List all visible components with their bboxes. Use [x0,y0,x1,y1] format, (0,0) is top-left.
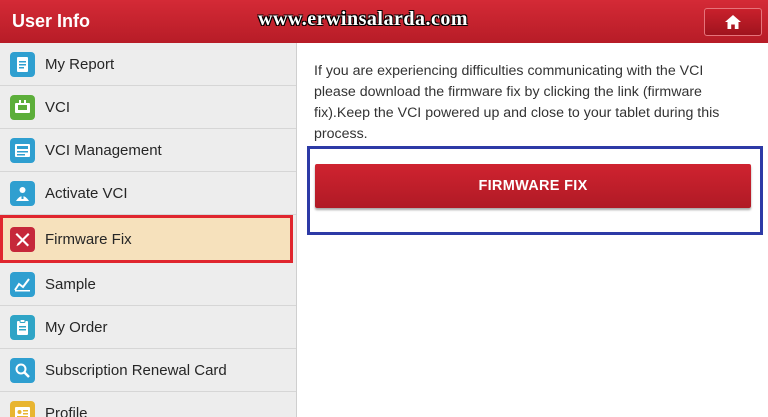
sidebar-item-my-report[interactable]: My Report [0,43,296,86]
sidebar-item-activate-vci[interactable]: Activate VCI [0,172,296,215]
sidebar-item-firmware-fix[interactable]: Firmware Fix [0,215,293,263]
vci-management-icon [10,137,35,163]
sidebar-item-vci[interactable]: VCI [0,86,296,129]
firmware-fix-button[interactable]: FIRMWARE FIX [315,164,751,208]
search-card-icon [10,357,35,383]
sidebar-item-label: VCI [45,98,71,116]
sample-chart-icon [10,271,35,297]
sidebar-item-sample[interactable]: Sample [0,263,296,306]
instructions-text-part2: Keep the VCI powered up and close to you… [314,105,720,142]
profile-icon [10,400,35,417]
sidebar-item-label: Firmware Fix [45,230,132,248]
app-header: User Info www.erwinsalarda.com [0,0,768,43]
page-title: User Info [12,11,91,31]
sidebar: My Report VCI VCI Management Activate VC… [0,43,297,417]
sidebar-item-my-order[interactable]: My Order [0,306,296,349]
sidebar-item-label: My Report [45,55,115,73]
report-icon [10,51,35,77]
sidebar-item-profile[interactable]: Profile [0,392,296,417]
sidebar-item-label: Activate VCI [45,184,128,202]
sidebar-item-label: VCI Management [45,141,162,159]
watermark-text: www.erwinsalarda.com [258,8,468,30]
sidebar-item-label: Subscription Renewal Card [45,361,227,379]
firmware-instructions: If you are experiencing difficulties com… [314,61,744,145]
vci-icon [10,94,35,120]
order-icon [10,314,35,340]
sidebar-item-label: Sample [45,275,96,293]
sidebar-item-label: Profile [45,404,88,417]
sidebar-item-subscription-renewal-card[interactable]: Subscription Renewal Card [0,349,296,392]
main-content: If you are experiencing difficulties com… [297,43,768,417]
activate-vci-icon [10,180,35,206]
home-icon [725,15,741,29]
sidebar-item-vci-management[interactable]: VCI Management [0,129,296,172]
sidebar-item-label: My Order [45,318,108,336]
wrench-screwdriver-icon [10,226,35,252]
home-button[interactable] [704,8,762,36]
